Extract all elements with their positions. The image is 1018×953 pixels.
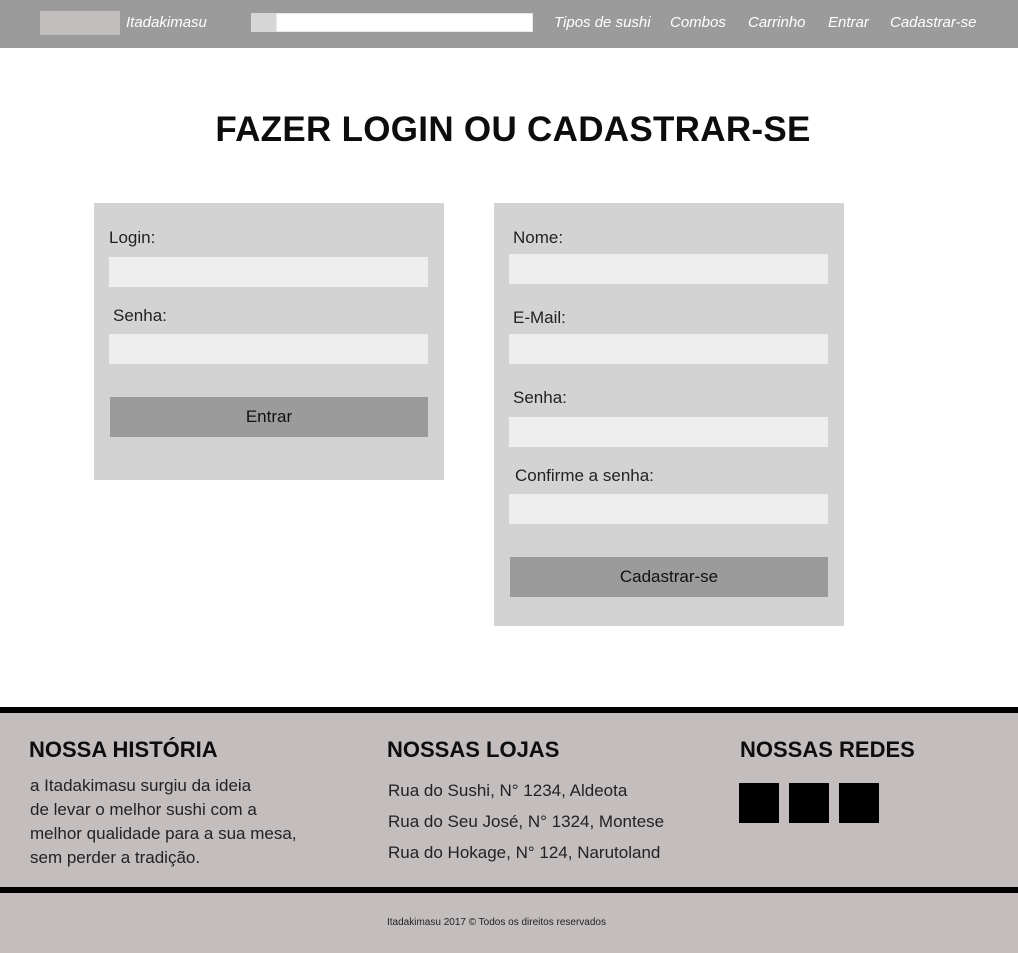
signup-button[interactable]: Cadastrar-se (510, 557, 828, 597)
nav-entrar[interactable]: Entrar (828, 14, 869, 31)
logo-image[interactable] (40, 11, 120, 35)
nav-cadastrar-se[interactable]: Cadastrar-se (890, 14, 976, 31)
signup-password-label: Senha: (513, 388, 567, 407)
signup-email-label: E-Mail: (513, 308, 566, 327)
signup-password-input[interactable] (509, 417, 828, 447)
login-password-input[interactable] (109, 334, 428, 364)
signup-confirm-input[interactable] (509, 494, 828, 524)
brand-name[interactable]: Itadakimasu (126, 14, 207, 31)
history-heading: NOSSA HISTÓRIA (29, 737, 218, 762)
login-label: Login: (109, 228, 156, 247)
login-input[interactable] (109, 257, 428, 287)
page-title: FAZER LOGIN OU CADASTRAR-SE (215, 110, 811, 149)
copyright-text: Itadakimasu 2017 © Todos os direitos res… (387, 917, 606, 928)
search-input[interactable] (276, 13, 533, 32)
history-line: de levar o melhor sushi com a (30, 800, 257, 819)
history-line: sem perder a tradição. (30, 848, 201, 867)
nav-tipos-de-sushi[interactable]: Tipos de sushi (554, 14, 651, 31)
signup-confirm-label: Confirme a senha: (515, 466, 654, 485)
social-heading: NOSSAS REDES (740, 737, 915, 762)
history-text: a Itadakimasu surgiu da ideia de levar o… (30, 774, 297, 870)
search-button[interactable] (251, 13, 276, 32)
nav-carrinho[interactable]: Carrinho (748, 14, 806, 31)
login-button[interactable]: Entrar (110, 397, 428, 437)
signup-email-input[interactable] (509, 334, 828, 364)
store-address: Rua do Sushi, N° 1234, Aldeota (388, 781, 628, 800)
social-icon-1[interactable] (739, 783, 779, 823)
signup-name-label: Nome: (513, 228, 564, 247)
history-line: a Itadakimasu surgiu da ideia (30, 776, 252, 795)
login-password-label: Senha: (113, 306, 167, 325)
social-icon-2[interactable] (789, 783, 829, 823)
history-line: melhor qualidade para a sua mesa, (30, 824, 297, 843)
signup-name-input[interactable] (509, 254, 828, 284)
store-address: Rua do Seu José, N° 1324, Montese (388, 812, 665, 831)
social-icon-3[interactable] (839, 783, 879, 823)
stores-heading: NOSSAS LOJAS (387, 737, 560, 762)
store-address: Rua do Hokage, N° 124, Narutoland (388, 843, 661, 862)
nav-combos[interactable]: Combos (670, 14, 726, 31)
stores-list: Rua do Sushi, N° 1234, Aldeota Rua do Se… (388, 775, 664, 868)
